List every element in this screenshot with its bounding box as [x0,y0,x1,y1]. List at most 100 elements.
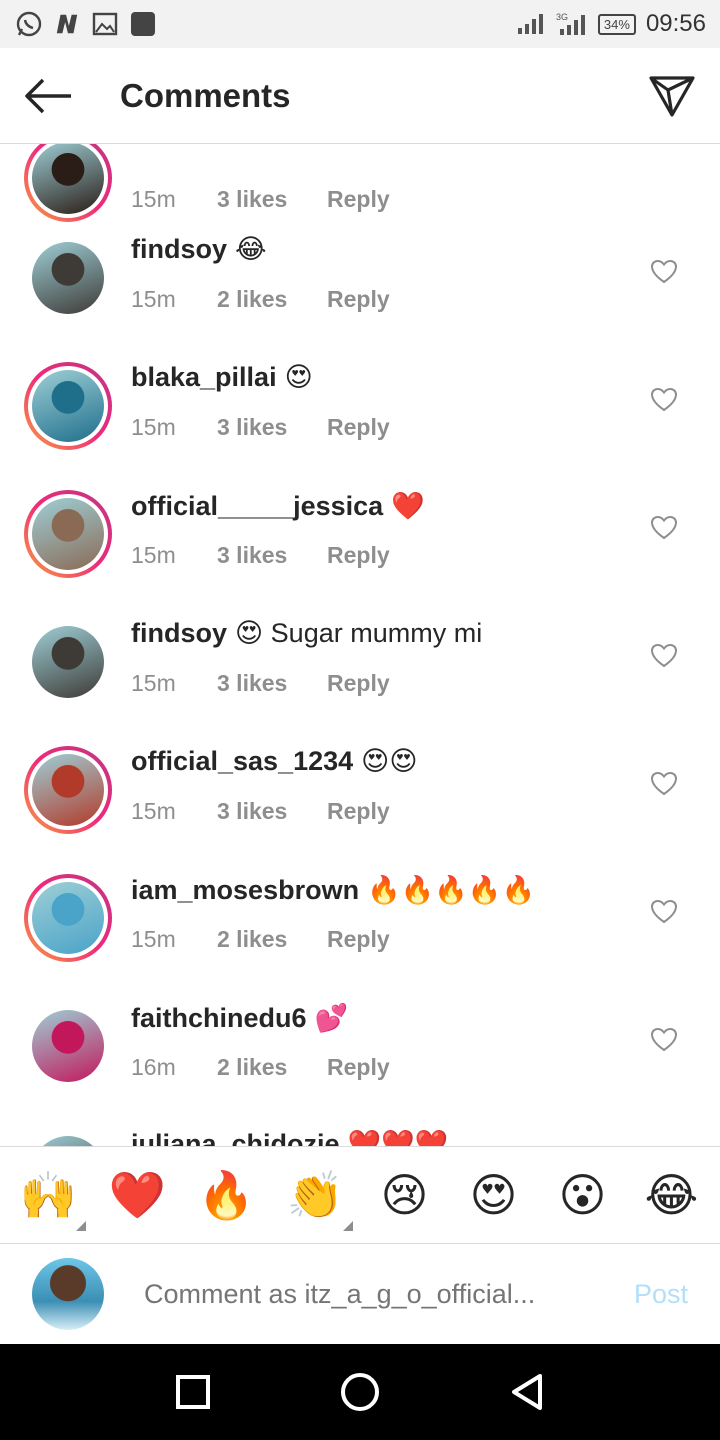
back-button[interactable] [0,48,96,144]
like-heart-icon[interactable] [650,898,678,926]
like-heart-icon[interactable] [650,642,678,670]
comment-username[interactable]: official_sas_1234 [131,746,353,776]
comment-likes[interactable]: 3 likes [217,186,327,213]
like-heart-icon[interactable] [650,258,678,286]
avatar [32,1258,104,1330]
comment-likes[interactable]: 3 likes [217,670,327,697]
reply-button[interactable]: Reply [327,542,390,569]
reply-button[interactable]: Reply [327,670,390,697]
page-title: Comments [120,76,291,114]
comment-text: blaka_pillai 😍 [131,362,313,393]
recents-button[interactable] [163,1362,223,1422]
comment-username[interactable]: iuliana_chidozie [131,1129,340,1146]
like-heart-icon[interactable] [650,514,678,542]
reply-button[interactable]: Reply [327,186,390,213]
clapping-hands-emoji[interactable]: 👏 [275,1168,357,1231]
emoji-glyph: 🙌 [19,1167,78,1222]
raising-hands-emoji[interactable]: 🙌 [8,1167,90,1231]
status-bar: 3G 34% 09:56 [0,0,720,48]
comment-likes[interactable]: 2 likes [217,926,327,953]
avatar[interactable] [24,362,112,450]
comment-username[interactable]: blaka_pillai [131,362,277,392]
comment-username[interactable]: faithchinedu6 [131,1003,307,1033]
comment-row[interactable]: iam_mosesbrown 🔥🔥🔥🔥🔥 15m 2 likes Reply [0,860,720,988]
heart-eyes-emoji[interactable]: 😍 [453,1168,535,1222]
avatar[interactable] [24,144,112,222]
image-icon [92,11,118,37]
reply-button[interactable]: Reply [327,414,390,441]
comment-row[interactable]: findsoy 😂 15m 2 likes Reply [0,220,720,348]
square-app-icon [130,11,156,37]
comment-row[interactable]: findsoy 😍 Sugar mummy mi 15m 3 likes Reply [0,604,720,732]
like-heart-icon[interactable] [650,386,678,414]
emoji-glyph: ❤️ [108,1167,167,1222]
system-nav-bar [0,1344,720,1440]
comment-likes[interactable]: 3 likes [217,798,327,825]
tears-of-joy-emoji[interactable]: 😂 [631,1168,713,1222]
comment-meta: 15m 2 likes Reply [131,926,390,953]
back-arrow-icon [25,78,71,113]
red-heart-emoji[interactable]: ❤️ [97,1168,179,1223]
comment-text: findsoy 😂 [131,234,267,265]
avatar-photo [32,144,104,214]
comment-likes[interactable]: 3 likes [217,414,327,441]
avatar-photo [32,754,104,826]
comment-text: findsoy 😍 Sugar mummy mi [131,618,482,649]
comment-body: 🔥🔥🔥🔥🔥 [367,875,536,905]
avatar-frame [28,750,108,830]
avatar-photo [32,1136,104,1146]
emoji-glyph: 😮 [558,1168,607,1222]
avatar[interactable] [24,490,112,578]
comment-body: 😍😍 [361,746,418,776]
like-heart-icon[interactable] [650,1026,678,1054]
comment-text: official_____jessica ❤️ [131,490,425,522]
like-heart-icon[interactable] [650,770,678,798]
comment-composer: Post [0,1244,720,1344]
comment-input[interactable] [144,1278,564,1310]
comment-text [131,144,139,165]
comment-row[interactable]: blaka_pillai 😍 15m 3 likes Reply [0,348,720,476]
comment-likes[interactable]: 2 likes [217,286,327,313]
signal-3g-icon: 3G [556,12,585,35]
skin-tone-indicator [342,1220,353,1231]
avatar[interactable] [24,618,112,706]
avatar-photo [32,1010,104,1082]
comment-time: 15m [131,798,176,824]
avatar-photo [32,626,104,698]
comment-username[interactable]: official_____jessica [131,491,383,521]
comment-row[interactable]: official_____jessica ❤️ 15m 3 likes Reply [0,476,720,604]
fire-emoji[interactable]: 🔥 [186,1168,268,1223]
home-button[interactable] [330,1362,390,1422]
comment-meta: 15m 2 likes Reply [131,286,390,313]
comment-body: ❤️ [391,491,425,521]
comment-time: 15m [131,286,176,312]
comment-body: 😂 [235,234,267,264]
comment-row[interactable]: faithchinedu6 💕 16m 2 likes Reply [0,988,720,1116]
comment-row[interactable]: iuliana_chidozie ❤️❤️❤️ [0,1114,720,1146]
crying-face-emoji[interactable]: 😢 [364,1168,446,1222]
back-nav-button[interactable] [497,1362,557,1422]
svg-text:3G: 3G [556,12,568,22]
reply-button[interactable]: Reply [327,286,390,313]
comment-username[interactable]: findsoy [131,234,227,264]
share-button[interactable] [624,48,720,144]
avatar-photo [32,242,104,314]
comment-time: 15m [131,414,176,440]
reply-button[interactable]: Reply [327,798,390,825]
reply-button[interactable]: Reply [327,926,390,953]
avatar[interactable] [24,874,112,962]
comment-username[interactable]: iam_mosesbrown [131,875,359,905]
comment-likes[interactable]: 2 likes [217,1054,327,1081]
avatar[interactable] [24,1002,112,1090]
surprised-face-emoji[interactable]: 😮 [542,1168,624,1222]
comment-username[interactable]: findsoy [131,618,227,648]
avatar[interactable] [24,1128,112,1146]
header: Comments [0,48,720,144]
comment-row[interactable]: official_sas_1234 😍😍 15m 3 likes Reply [0,732,720,860]
avatar[interactable] [24,746,112,834]
post-button[interactable]: Post [634,1279,688,1310]
comments-list[interactable]: 15m 3 likes Reply findsoy 😂 15m 2 likes Reply bl… [0,144,720,1146]
avatar[interactable] [24,234,112,322]
reply-button[interactable]: Reply [327,1054,390,1081]
comment-likes[interactable]: 3 likes [217,542,327,569]
